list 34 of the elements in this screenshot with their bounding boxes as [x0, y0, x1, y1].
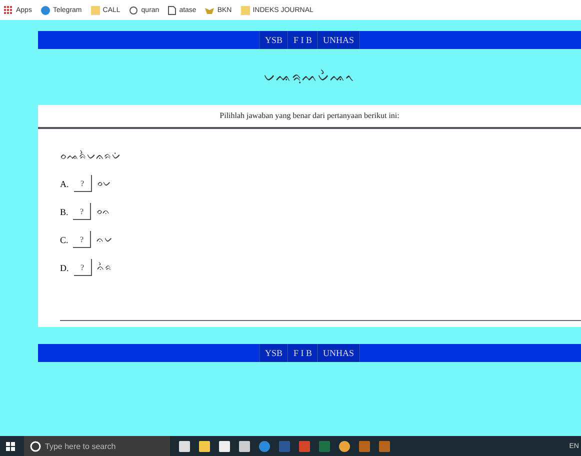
app-icon[interactable] — [179, 440, 190, 452]
option-letter: B. — [60, 206, 68, 216]
nav-link[interactable]: UNHAS — [317, 344, 360, 362]
nav-link[interactable]: F I B — [287, 344, 317, 362]
option-letter: A. — [60, 178, 69, 188]
circle-icon — [40, 6, 50, 14]
round-icon[interactable] — [259, 440, 270, 452]
app-icon[interactable] — [199, 440, 210, 452]
search-field[interactable]: Type here to search — [24, 436, 170, 456]
page-icon — [168, 6, 176, 14]
windows-icon[interactable] — [6, 442, 15, 450]
emblem-icon — [205, 6, 214, 14]
nav-link[interactable]: F I B — [287, 31, 317, 49]
question-text: ᨔᨕᨑᨛᨆᨊᨑᨆᨗ — [60, 151, 122, 162]
answer-button[interactable]: ? — [74, 259, 92, 276]
round-icon[interactable] — [339, 440, 350, 452]
instruction-text: Pilihlah jawaban yang benar dari pertanyaan berikut ini: — [218, 110, 400, 122]
option-text: ᨔᨆ — [96, 178, 111, 188]
page-title: ᨆᨕᨑᨘᨓᨆᨛᨕᨚ — [263, 68, 356, 86]
app-icon[interactable] — [239, 440, 250, 452]
grid-icon — [4, 6, 13, 14]
option-letter: C. — [60, 234, 68, 244]
answer-button[interactable]: ? — [73, 231, 92, 248]
nav-link[interactable]: YSB — [258, 31, 288, 49]
option-text: ᨔᨊ — [96, 206, 110, 216]
answer-button[interactable]: ? — [74, 175, 92, 192]
nav-link[interactable]: UNHAS — [317, 31, 360, 49]
option-text: ᨊᨛᨑ — [96, 262, 112, 272]
answer-button[interactable]: ? — [73, 203, 92, 220]
nav-link[interactable]: YSB — [258, 344, 288, 362]
circle-icon — [30, 440, 41, 452]
option-text: ᨊᨆ — [96, 234, 112, 244]
option-letter: D. — [60, 262, 69, 272]
app-icon[interactable] — [219, 440, 230, 452]
